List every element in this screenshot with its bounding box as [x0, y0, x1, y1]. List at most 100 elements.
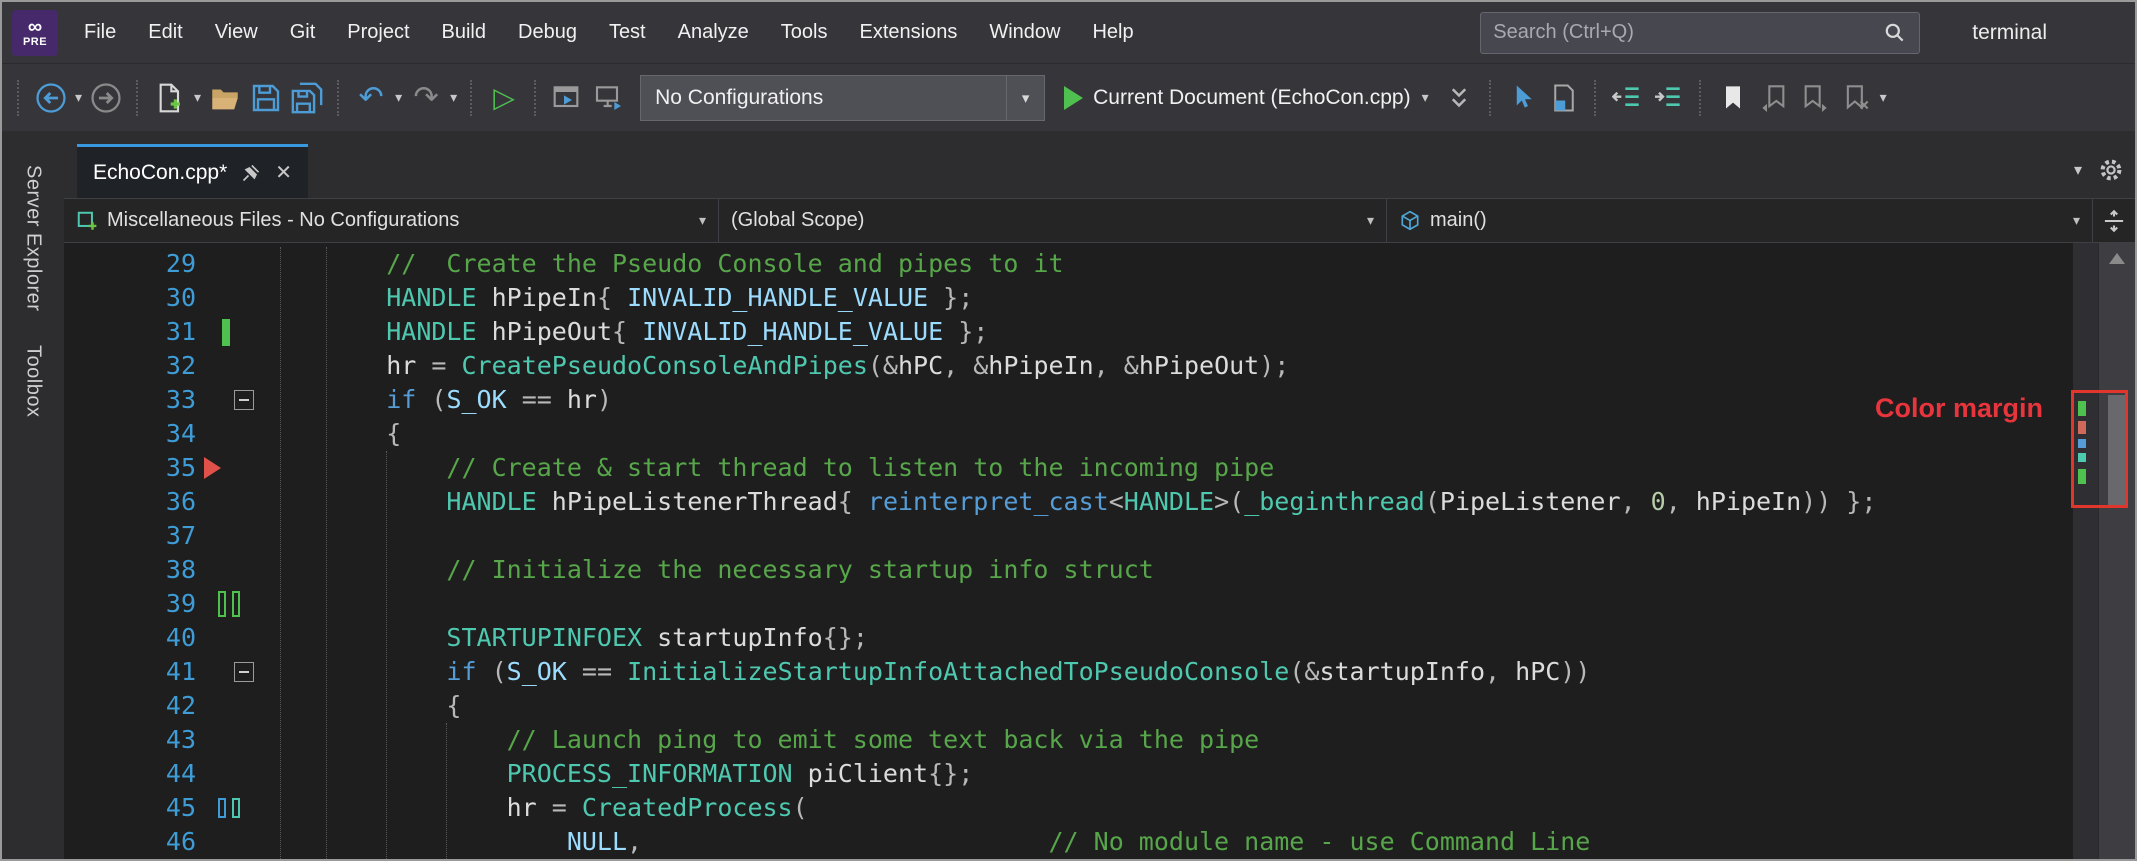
code-text[interactable]: HANDLE hPipeListenerThread{ reinterpret_… [326, 485, 2073, 519]
code-line[interactable]: 39 [64, 587, 2073, 621]
menu-test[interactable]: Test [593, 2, 662, 63]
previous-bookmark-icon[interactable] [1756, 76, 1792, 120]
line-number[interactable]: 32 [64, 349, 204, 383]
undo-button[interactable]: ↶ [353, 76, 389, 120]
undo-dropdown-icon[interactable]: ▾ [395, 89, 402, 106]
code-text[interactable]: STARTUPINFOEX startupInfo{}; [326, 621, 2073, 655]
code-line[interactable]: 40 STARTUPINFOEX startupInfo{}; [64, 621, 2073, 655]
code-text[interactable] [326, 519, 2073, 553]
line-number[interactable]: 44 [64, 757, 204, 791]
code-text[interactable]: { [326, 689, 2073, 723]
tab-echocon-cpp[interactable]: EchoCon.cpp* ✕ [77, 144, 309, 198]
sidebar-tab-server-explorer[interactable]: Server Explorer [22, 165, 45, 311]
search-input[interactable] [1493, 21, 1884, 44]
menu-analyze[interactable]: Analyze [662, 2, 765, 63]
redo-button[interactable]: ↷ [408, 76, 444, 120]
toolbar-grip[interactable] [1488, 79, 1493, 116]
glyph-margin[interactable] [204, 587, 326, 621]
toolbar-grip[interactable] [1593, 79, 1598, 116]
run-target-dropdown-icon[interactable]: ▾ [1422, 89, 1429, 106]
code-line[interactable]: 45 hr = CreatedProcess( [64, 791, 2073, 825]
pin-icon[interactable] [241, 163, 261, 183]
code-line[interactable]: 43 // Launch ping to emit some text back… [64, 723, 2073, 757]
line-number[interactable]: 43 [64, 723, 204, 757]
glyph-bracket-a-icon[interactable] [218, 591, 226, 617]
member-dropdown-caret-icon[interactable]: ▾ [2073, 212, 2080, 229]
vertical-scrollbar[interactable] [2098, 243, 2135, 859]
code-line[interactable]: 30 HANDLE hPipeIn{ INVALID_HANDLE_VALUE … [64, 281, 2073, 315]
scope-dropdown[interactable]: (Global Scope) ▾ [719, 199, 1387, 242]
new-file-dropdown-icon[interactable]: ▾ [194, 89, 201, 106]
clear-bookmarks-icon[interactable] [1838, 76, 1874, 120]
toolbar-grip[interactable] [17, 79, 21, 116]
document-outline-icon[interactable] [1546, 76, 1582, 120]
code-text[interactable]: if (S_OK == InitializeStartupInfoAttache… [326, 655, 2073, 689]
glyph-margin[interactable] [204, 553, 326, 587]
code-text[interactable]: // Initialize the necessary startup info… [326, 553, 2073, 587]
code-text[interactable] [326, 587, 2073, 621]
toolbar-overflow-icon[interactable] [1441, 76, 1477, 120]
code-line[interactable]: 34 { [64, 417, 2073, 451]
glyph-margin[interactable] [204, 621, 326, 655]
code-line[interactable]: 33 if (S_OK == hr) [64, 383, 2073, 417]
code-line[interactable]: 46 NULL, // No module name - use Command… [64, 825, 2073, 859]
menu-window[interactable]: Window [973, 2, 1076, 63]
toolbar-grip[interactable] [1698, 79, 1703, 116]
glyph-margin[interactable] [204, 825, 326, 859]
line-number[interactable]: 35 [64, 451, 204, 485]
line-number[interactable]: 39 [64, 587, 204, 621]
glyph-margin[interactable] [204, 485, 326, 519]
glyph-margin[interactable] [204, 315, 326, 349]
code-line[interactable]: 42 { [64, 689, 2073, 723]
tab-list-caret-icon[interactable]: ▾ [2074, 160, 2082, 180]
sidebar-tab-toolbox[interactable]: Toolbox [22, 345, 45, 417]
indent-icon[interactable] [1651, 76, 1687, 120]
glyph-mark-a-icon[interactable] [218, 798, 226, 818]
glyph-red-arrow-icon[interactable] [204, 457, 221, 479]
configurations-caret-icon[interactable]: ▾ [1006, 75, 1044, 120]
code-text[interactable]: { [326, 417, 2073, 451]
line-number[interactable]: 33 [64, 383, 204, 417]
settings-gear-icon[interactable] [2099, 158, 2123, 182]
glyph-bracket-b-icon[interactable] [232, 591, 240, 617]
code-text[interactable]: HANDLE hPipeOut{ INVALID_HANDLE_VALUE }; [326, 315, 2073, 349]
menu-help[interactable]: Help [1076, 2, 1149, 63]
quick-search-box[interactable] [1480, 11, 1921, 54]
toolbar-grip[interactable] [534, 79, 538, 116]
line-number[interactable]: 41 [64, 655, 204, 689]
glyph-margin[interactable] [204, 383, 326, 417]
close-tab-icon[interactable]: ✕ [275, 160, 292, 185]
line-number[interactable]: 45 [64, 791, 204, 825]
line-number[interactable]: 37 [64, 519, 204, 553]
toolbar-grip[interactable] [470, 79, 474, 116]
code-line[interactable]: 38 // Initialize the necessary startup i… [64, 553, 2073, 587]
menu-build[interactable]: Build [426, 2, 502, 63]
split-window-button[interactable] [2093, 199, 2135, 242]
scrollbar-up-arrow-icon[interactable] [2109, 253, 2125, 264]
line-number[interactable]: 42 [64, 689, 204, 723]
solution-configurations-select[interactable]: No Configurations ▾ [640, 74, 1046, 121]
attach-to-process-icon[interactable] [550, 76, 586, 120]
glyph-margin[interactable] [204, 281, 326, 315]
code-text[interactable]: HANDLE hPipeIn{ INVALID_HANDLE_VALUE }; [326, 281, 2073, 315]
glyph-change-bar-icon[interactable] [222, 319, 230, 346]
glyph-margin[interactable] [204, 689, 326, 723]
deploy-target-icon[interactable] [591, 76, 627, 120]
glyph-margin[interactable] [204, 655, 326, 689]
code-text[interactable]: // Create & start thread to listen to th… [326, 451, 2073, 485]
menu-extensions[interactable]: Extensions [843, 2, 973, 63]
code-line[interactable]: 29 // Create the Pseudo Console and pipe… [64, 247, 2073, 281]
code-line[interactable]: 31 HANDLE hPipeOut{ INVALID_HANDLE_VALUE… [64, 315, 2073, 349]
member-dropdown[interactable]: main() ▾ [1387, 199, 2093, 242]
open-file-button[interactable] [207, 76, 243, 120]
glyph-fold-box-icon[interactable] [234, 662, 254, 682]
menu-edit[interactable]: Edit [132, 2, 198, 63]
code-line[interactable]: 37 [64, 519, 2073, 553]
menu-debug[interactable]: Debug [502, 2, 593, 63]
scope-dropdown-caret-icon[interactable]: ▾ [1367, 212, 1374, 229]
line-number[interactable]: 38 [64, 553, 204, 587]
code-text[interactable]: hr = CreatedProcess( [326, 791, 2073, 825]
code-line[interactable]: 44 PROCESS_INFORMATION piClient{}; [64, 757, 2073, 791]
glyph-fold-box-icon[interactable] [234, 390, 254, 410]
code-text[interactable]: NULL, // No module name - use Command Li… [326, 825, 2073, 859]
